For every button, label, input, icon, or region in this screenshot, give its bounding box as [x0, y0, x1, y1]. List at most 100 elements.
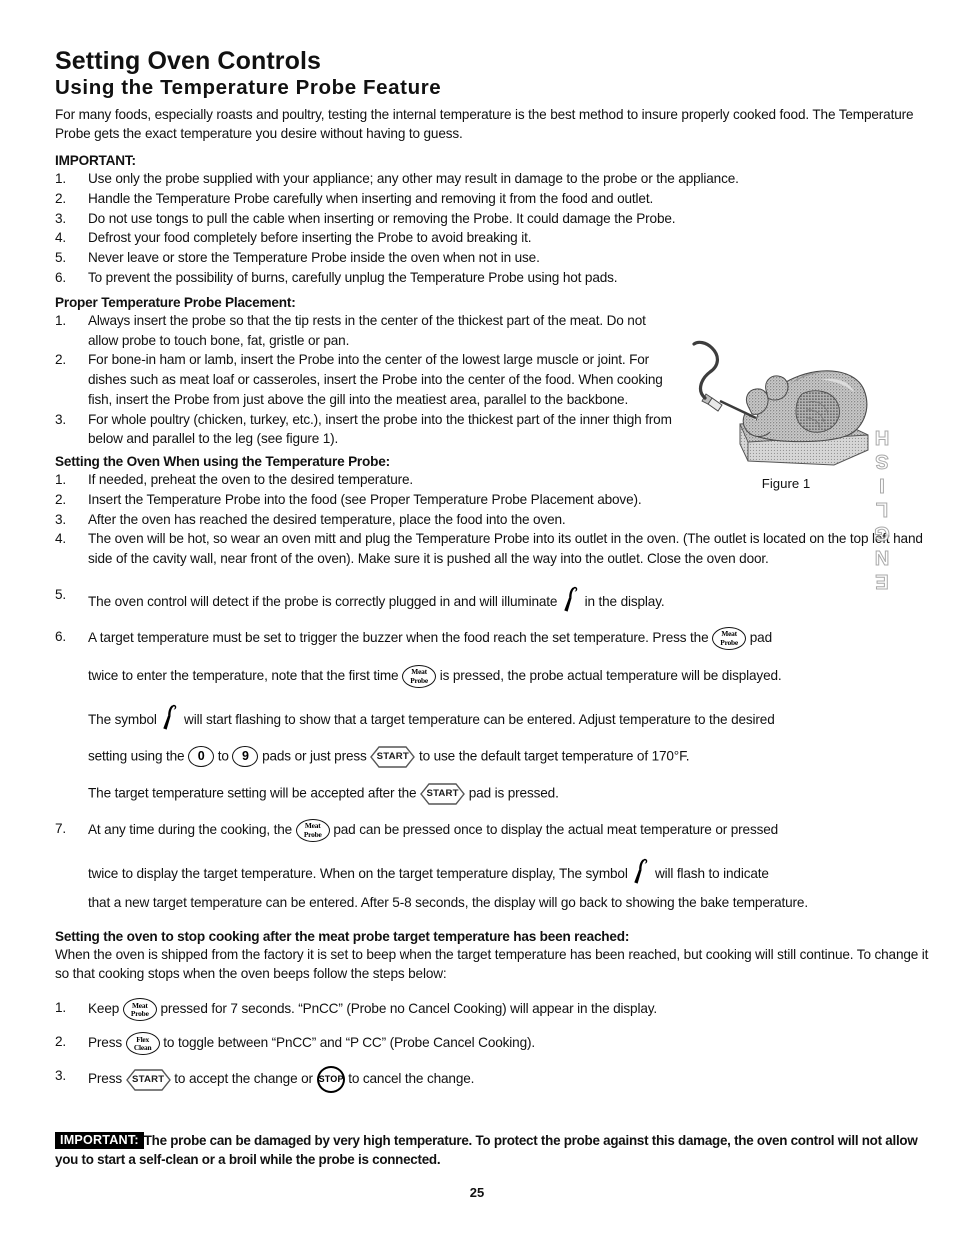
- item-number: 3.: [55, 511, 67, 527]
- meat-probe-pad-icon[interactable]: Meat Probe: [712, 626, 747, 650]
- item-text: The oven will be hot, so wear an oven mi…: [88, 531, 923, 567]
- item-text: twice to enter the temperature, note tha…: [88, 668, 399, 684]
- item-text-mid: to: [217, 748, 229, 764]
- item-number: 2.: [55, 1034, 67, 1050]
- page-content: Setting Oven Controls Using the Temperat…: [55, 48, 933, 1096]
- pad-label-line2: Probe: [130, 1009, 149, 1019]
- item-text: For bone-in ham or lamb, insert the Prob…: [88, 352, 663, 407]
- page-title: Setting Oven Controls: [55, 47, 322, 75]
- pad-label: START: [426, 787, 459, 799]
- item-text-after: is pressed, the probe actual temperature…: [439, 668, 782, 684]
- footer-important-notice: IMPORTANT: The probe can be damaged by ve…: [55, 1131, 933, 1170]
- item-number: 2.: [55, 491, 67, 507]
- important-notice-text: The probe can be damaged by very high te…: [55, 1133, 918, 1168]
- list-item: 3. For whole poultry (chicken, turkey, et…: [55, 410, 675, 450]
- intro-paragraph: For many foods, especially roasts and po…: [55, 106, 914, 141]
- list-item: 2. For bone-in ham or lamb, insert the Pr…: [55, 350, 675, 409]
- step6-line-5: The target temperature setting will be a…: [88, 783, 933, 805]
- item-text: Always insert the probe so that the tip …: [88, 312, 646, 348]
- page-subtitle: Using the Temperature Probe Feature: [55, 76, 442, 99]
- list-item-stop-1: 1. Keep Meat Probe pressed for 7 seconds…: [55, 998, 933, 1022]
- language-side-tab: ENGLISH: [871, 424, 894, 593]
- item-text: Press: [88, 1035, 122, 1051]
- item-text-after: to toggle between “PnCC” and “P CC” (Pro…: [163, 1035, 535, 1051]
- numeric-pad-9-icon[interactable]: 9: [232, 746, 259, 768]
- item-text-after: in the display.: [584, 593, 665, 609]
- start-pad-icon[interactable]: START: [420, 783, 466, 805]
- list-item: 1. Use only the probe supplied with your …: [55, 169, 933, 189]
- probe-cable: [692, 340, 719, 400]
- stop-cooking-heading: Setting the oven to stop cooking after t…: [55, 928, 630, 944]
- list-item-step-7: 7. At any time during the cooking, the M…: [55, 818, 933, 913]
- item-text: Press: [88, 1071, 122, 1087]
- item-number: 5.: [55, 586, 67, 602]
- page-number: 25: [469, 1185, 485, 1200]
- list-item: 5. Never leave or store the Temperature P…: [55, 248, 933, 268]
- item-text-mid: to accept the change or: [174, 1071, 313, 1087]
- item-text: A target temperature must be set to trig…: [88, 630, 709, 646]
- list-item-step-5: 5. The oven control will detect if the p…: [55, 585, 933, 613]
- step6-line-2: twice to enter the temperature, note tha…: [88, 664, 933, 688]
- item-text-after: will start flashing to show that a targe…: [184, 711, 775, 727]
- item-text: setting using the: [88, 748, 185, 764]
- list-item: 3. Do not use tongs to pull the cable whe…: [55, 209, 933, 229]
- item-number: 1.: [55, 171, 67, 187]
- item-number: 4.: [55, 531, 67, 547]
- probe-symbol-icon: [564, 586, 578, 612]
- item-text: The oven control will detect if the prob…: [88, 593, 558, 609]
- start-pad-icon[interactable]: START: [370, 746, 416, 768]
- divider: [55, 1126, 933, 1127]
- item-text: Defrost your food completely before inse…: [88, 230, 532, 246]
- item-text: At any time during the cooking, the: [88, 822, 293, 838]
- item-text-after: pad is pressed.: [468, 785, 559, 801]
- item-text: After the oven has reached the desired t…: [88, 511, 566, 527]
- placement-heading: Proper Temperature Probe Placement:: [55, 294, 296, 310]
- item-number: 3.: [55, 411, 67, 427]
- meat-probe-pad-icon[interactable]: Meat Probe: [295, 818, 330, 842]
- pad-label-line2: Probe: [303, 829, 322, 839]
- item-number: 2.: [55, 190, 67, 206]
- item-text: Keep: [88, 1001, 120, 1017]
- pad-label: START: [132, 1073, 165, 1085]
- item-text: If needed, preheat the oven to the desir…: [88, 472, 414, 488]
- item-text: Use only the probe supplied with your ap…: [88, 171, 739, 187]
- item-text-after: pad: [749, 630, 772, 646]
- item-number: 2.: [55, 352, 67, 368]
- item-text-after: pad can be pressed once to display the a…: [333, 822, 779, 838]
- item-text: Do not use tongs to pull the cable when …: [88, 210, 676, 226]
- meat-probe-pad-icon[interactable]: Meat Probe: [122, 998, 157, 1022]
- probe-steps-list: 5. The oven control will detect if the p…: [55, 585, 933, 913]
- stop-pad-icon[interactable]: STOP: [316, 1066, 345, 1094]
- list-item-stop-2: 2. Press Flex Clean to toggle between “P…: [55, 1032, 933, 1056]
- item-text: The symbol: [88, 711, 157, 727]
- item-number: 4.: [55, 230, 67, 246]
- start-pad-icon[interactable]: START: [125, 1068, 171, 1091]
- item-number: 6.: [55, 269, 67, 285]
- step6-line-4: setting using the 0 to 9 pads or just pr…: [88, 746, 933, 768]
- item-text: Handle the Temperature Probe carefully w…: [88, 190, 654, 206]
- pad-label-line2: Probe: [720, 637, 738, 647]
- item-number: 1.: [55, 312, 67, 328]
- list-item-step-6: 6. A target temperature must be set to t…: [55, 626, 933, 805]
- item-number: 3.: [55, 210, 67, 226]
- item-number: 6.: [55, 628, 67, 644]
- meat-probe-pad-icon[interactable]: Meat Probe: [402, 664, 437, 688]
- list-item-stop-3: 3. Press START to accept the change or S…: [55, 1066, 933, 1094]
- flex-clean-pad-icon[interactable]: Flex Clean: [125, 1032, 160, 1056]
- stop-cooking-steps: 1. Keep Meat Probe pressed for 7 seconds…: [55, 998, 933, 1094]
- numeric-pad-0-icon[interactable]: 0: [188, 746, 215, 768]
- important-heading: IMPORTANT:: [55, 153, 136, 169]
- item-text: The target temperature setting will be a…: [88, 785, 417, 801]
- item-text: Never leave or store the Temperature Pro…: [88, 250, 540, 266]
- item-number: 7.: [55, 820, 67, 836]
- figure-caption: Figure 1: [761, 476, 811, 491]
- pad-label: START: [376, 750, 409, 762]
- probe-symbol-icon: [163, 704, 177, 730]
- step7-line-2: twice to display the target temperature.…: [88, 857, 933, 885]
- item-text: twice to display the target temperature.…: [88, 865, 628, 881]
- item-text: To prevent the possibility of burns, car…: [88, 269, 618, 285]
- list-item: 4. The oven will be hot, so wear an oven …: [55, 529, 933, 569]
- important-list: 1. Use only the probe supplied with your …: [55, 169, 933, 288]
- item-number: 1.: [55, 472, 67, 488]
- item-text-after: will flash to indicate: [654, 865, 769, 881]
